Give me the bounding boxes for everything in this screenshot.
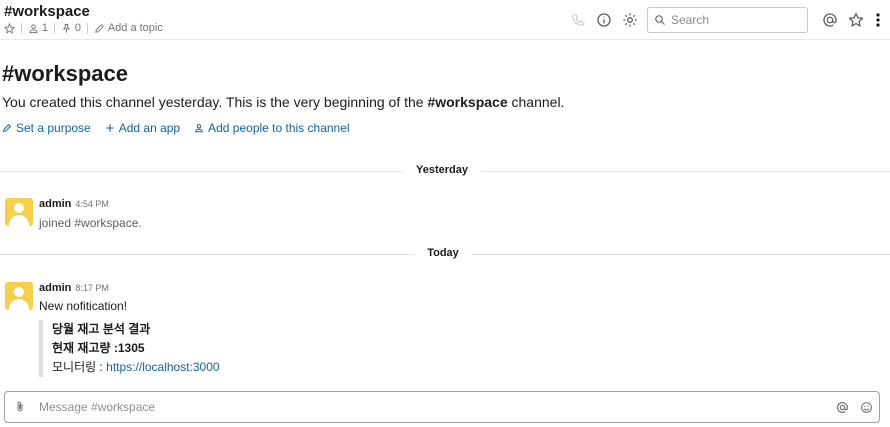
divider-line bbox=[0, 171, 403, 172]
add-people-label: Add people to this channel bbox=[208, 121, 350, 135]
star-outline-icon bbox=[4, 22, 15, 34]
message-input[interactable] bbox=[39, 400, 819, 414]
pencil-icon bbox=[3, 123, 12, 132]
mentions-button[interactable] bbox=[817, 7, 843, 33]
monitoring-label: 모니터링 : bbox=[52, 360, 107, 374]
member-count: 1 bbox=[41, 22, 48, 34]
pin-icon bbox=[62, 23, 71, 33]
message-author[interactable]: admin bbox=[39, 198, 71, 210]
info-icon bbox=[597, 13, 611, 27]
member-count-button[interactable]: 1 bbox=[28, 22, 48, 34]
day-label: Yesterday bbox=[416, 164, 468, 176]
set-purpose-label: Set a purpose bbox=[16, 121, 91, 135]
day-divider-yesterday: Yesterday bbox=[0, 164, 890, 178]
star-icon bbox=[848, 13, 864, 27]
message-timestamp[interactable]: 4:54 PM bbox=[75, 199, 109, 209]
message-text: New nofitication! bbox=[39, 299, 128, 313]
intro-channel-name: #workspace bbox=[427, 94, 508, 110]
star-channel-button[interactable] bbox=[4, 22, 15, 34]
composer-actions bbox=[827, 398, 875, 416]
more-options-button[interactable] bbox=[869, 7, 887, 33]
channel-title[interactable]: #workspace bbox=[4, 3, 90, 20]
phone-icon bbox=[572, 14, 585, 26]
pinned-count: 0 bbox=[74, 22, 81, 34]
channel-settings-button[interactable] bbox=[617, 7, 643, 33]
message-composer bbox=[4, 391, 880, 423]
message-author[interactable]: admin bbox=[39, 282, 71, 294]
avatar-body-shape bbox=[9, 299, 29, 310]
call-button[interactable] bbox=[565, 7, 591, 33]
attachment-title: 당월 재고 분석 결과 bbox=[52, 322, 151, 336]
message-item[interactable]: admin 8:17 PM New nofitication! 당월 재고 분석 … bbox=[0, 281, 890, 377]
divider-line bbox=[471, 254, 890, 255]
meta-separator: | bbox=[52, 22, 56, 34]
day-divider-today: Today bbox=[0, 247, 890, 261]
add-topic-label: Add a topic bbox=[107, 22, 163, 34]
attachment-monitoring-line: 모니터링 : https://localhost:3000 bbox=[52, 358, 220, 377]
day-label: Today bbox=[427, 247, 459, 259]
divider-line bbox=[481, 171, 890, 172]
person-icon bbox=[29, 23, 38, 33]
smiley-icon bbox=[860, 401, 872, 413]
attachment-stock-value: 현재 재고량 :1305 bbox=[52, 341, 145, 355]
search-input[interactable] bbox=[671, 13, 801, 27]
avatar[interactable] bbox=[5, 282, 33, 310]
message-header: admin 8:17 PM bbox=[39, 282, 109, 294]
at-sign-icon bbox=[836, 401, 848, 413]
emoji-button[interactable] bbox=[857, 398, 875, 416]
set-purpose-link[interactable]: Set a purpose bbox=[2, 121, 91, 135]
avatar-head-shape bbox=[14, 203, 24, 213]
channel-intro-text: You created this channel yesterday. This… bbox=[2, 94, 564, 110]
mention-button[interactable] bbox=[833, 398, 851, 416]
person-icon bbox=[195, 124, 203, 133]
search-box[interactable] bbox=[647, 7, 808, 33]
avatar-head-shape bbox=[14, 287, 24, 297]
avatar[interactable] bbox=[5, 198, 33, 226]
intro-text-suffix: channel. bbox=[507, 94, 565, 110]
add-app-link[interactable]: Add an app bbox=[105, 121, 180, 135]
channel-intro-title: #workspace bbox=[2, 61, 128, 86]
add-app-label: Add an app bbox=[118, 121, 181, 135]
add-people-link[interactable]: Add people to this channel bbox=[194, 121, 350, 135]
message-header: admin 4:54 PM bbox=[39, 198, 109, 210]
divider-line bbox=[0, 254, 415, 255]
search-icon bbox=[655, 15, 665, 25]
monitoring-link[interactable]: https://localhost:3000 bbox=[106, 360, 219, 374]
add-topic-button[interactable]: Add a topic bbox=[94, 22, 163, 34]
meta-separator: | bbox=[85, 22, 89, 34]
channel-details-button[interactable] bbox=[591, 7, 617, 33]
message-timestamp[interactable]: 8:17 PM bbox=[75, 283, 109, 293]
message-item[interactable]: admin 4:54 PM joined #workspace. bbox=[0, 196, 890, 236]
starred-items-button[interactable] bbox=[843, 7, 869, 33]
intro-text-prefix: You created this channel yesterday. This… bbox=[2, 94, 428, 110]
meta-separator: | bbox=[20, 22, 23, 34]
kebab-menu-icon bbox=[876, 13, 880, 27]
plus-icon bbox=[105, 124, 114, 132]
channel-intro-actions: Set a purpose Add an app Add people to t… bbox=[2, 121, 364, 135]
avatar-body-shape bbox=[9, 215, 29, 226]
channel-header: #workspace | 1 | 0 | Add a topic bbox=[0, 0, 890, 40]
pinned-count-button[interactable]: 0 bbox=[61, 22, 81, 34]
gear-icon bbox=[623, 13, 637, 27]
header-actions bbox=[565, 7, 643, 33]
header-right-actions bbox=[817, 7, 887, 33]
pencil-icon bbox=[95, 23, 104, 33]
paperclip-icon bbox=[17, 401, 22, 412]
attach-file-button[interactable] bbox=[5, 392, 35, 422]
message-text: joined #workspace. bbox=[39, 216, 142, 230]
at-sign-icon bbox=[823, 13, 837, 27]
message-attachment: 당월 재고 분석 결과 현재 재고량 :1305 모니터링 : https://… bbox=[39, 320, 220, 377]
channel-meta: | 1 | 0 | Add a topic bbox=[4, 22, 163, 34]
